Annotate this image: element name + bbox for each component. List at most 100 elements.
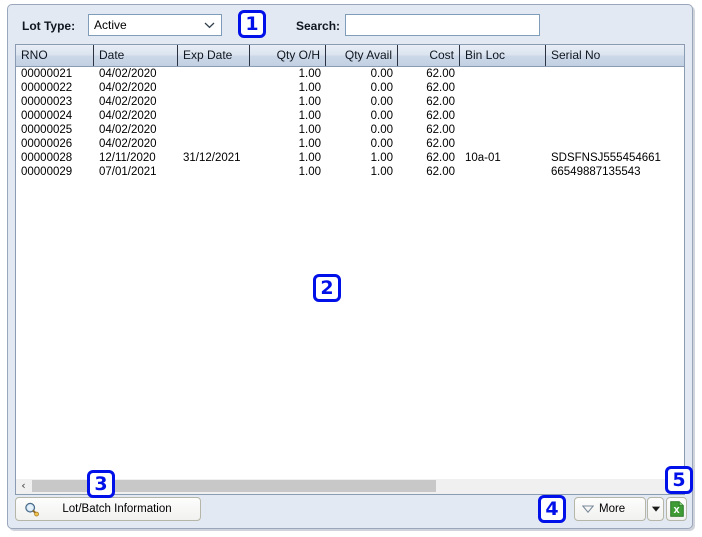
lot-type-dropdown[interactable]: Active: [88, 14, 222, 36]
table-row[interactable]: 00000025 04/02/2020 1.00 0.00 62.00: [16, 123, 684, 137]
table-cell: [460, 137, 546, 151]
table-cell: [546, 67, 684, 81]
lot-batch-information-button[interactable]: Lot/Batch Information: [15, 497, 201, 521]
more-button[interactable]: More: [574, 497, 646, 521]
table-cell: 1.00: [298, 124, 321, 136]
table-cell: 1.00: [298, 68, 321, 80]
search-label: Search:: [296, 19, 341, 33]
table-cell: 04/02/2020: [99, 96, 157, 108]
triangle-down-icon: [582, 505, 594, 513]
more-button-label: More: [599, 503, 626, 515]
table-cell: 0.00: [370, 124, 393, 136]
table-cell: [460, 95, 546, 109]
table-row[interactable]: 00000022 04/02/2020 1.00 0.00 62.00: [16, 81, 684, 95]
more-dropdown-button[interactable]: [647, 497, 664, 521]
grid-body[interactable]: 00000021 04/02/2020 1.00 0.00 62.00 00000022 0…: [16, 67, 684, 491]
table-row[interactable]: 00000029 07/01/2021 1.00 1.00 62.00 665498871…: [16, 165, 684, 179]
table-cell: [546, 109, 684, 123]
table-cell: [178, 67, 250, 81]
svg-text:X: X: [673, 506, 680, 515]
caret-down-icon: [651, 506, 660, 512]
table-cell: 1.00: [298, 138, 321, 150]
table-cell: 62.00: [426, 110, 455, 122]
main-panel: Lot Type: Active Search: RNO Date Exp Date…: [7, 4, 693, 529]
table-cell: [178, 109, 250, 123]
grid-column-header[interactable]: Date: [94, 45, 178, 66]
table-cell: 1.00: [298, 82, 321, 94]
table-cell: 31/12/2021: [183, 152, 241, 164]
filter-toolbar: Lot Type: Active Search:: [8, 5, 692, 44]
table-row[interactable]: 00000026 04/02/2020 1.00 0.00 62.00: [16, 137, 684, 151]
callout-marker-3: 3: [87, 470, 115, 498]
lot-type-label: Lot Type:: [22, 19, 76, 33]
lot-batch-window: Lot Type: Active Search: RNO Date Exp Date…: [0, 0, 702, 537]
table-cell: 00000023: [21, 96, 73, 108]
table-row[interactable]: 00000024 04/02/2020 1.00 0.00 62.00: [16, 109, 684, 123]
table-cell: [460, 67, 546, 81]
table-cell: [546, 137, 684, 151]
callout-marker-5: 5: [665, 466, 693, 494]
table-row[interactable]: 00000028 12/11/2020 31/12/2021 1.00 1.00 62.0…: [16, 151, 684, 165]
table-cell: 62.00: [426, 138, 455, 150]
table-cell: 10a-01: [465, 152, 501, 164]
grid-header-row: RNO Date Exp Date Qty O/H Qty Avail Cost Bin L…: [16, 45, 684, 67]
grid-column-header[interactable]: Serial No: [546, 45, 684, 66]
chevron-down-icon: [204, 22, 215, 29]
lot-batch-information-label: Lot/Batch Information: [62, 503, 172, 515]
table-cell: 00000025: [21, 124, 73, 136]
table-cell: [178, 81, 250, 95]
table-cell: 62.00: [426, 166, 455, 178]
table-cell: [546, 81, 684, 95]
table-cell: 00000021: [21, 68, 73, 80]
table-cell: 1.00: [298, 96, 321, 108]
scroll-left-arrow-icon[interactable]: ‹: [16, 479, 31, 493]
callout-marker-2: 2: [313, 274, 341, 302]
table-cell: 66549887135543: [551, 166, 641, 178]
table-cell: 04/02/2020: [99, 68, 157, 80]
table-cell: [178, 95, 250, 109]
grid-column-header[interactable]: Bin Loc: [460, 45, 546, 66]
table-cell: [460, 165, 546, 179]
table-cell: 04/02/2020: [99, 138, 157, 150]
table-cell: 04/02/2020: [99, 82, 157, 94]
table-cell: 00000026: [21, 138, 73, 150]
table-cell: [178, 123, 250, 137]
table-row[interactable]: 00000021 04/02/2020 1.00 0.00 62.00: [16, 67, 684, 81]
table-cell: 0.00: [370, 96, 393, 108]
table-cell: 0.00: [370, 68, 393, 80]
grid-column-header[interactable]: Exp Date: [178, 45, 250, 66]
table-cell: 00000022: [21, 82, 73, 94]
table-cell: [460, 109, 546, 123]
grid-column-header[interactable]: Qty Avail: [326, 45, 398, 66]
table-cell: 62.00: [426, 68, 455, 80]
table-cell: 62.00: [426, 96, 455, 108]
table-cell: 07/01/2021: [99, 166, 157, 178]
table-cell: [178, 165, 250, 179]
table-cell: 0.00: [370, 82, 393, 94]
search-input[interactable]: [345, 14, 540, 36]
table-cell: 12/11/2020: [99, 152, 156, 164]
table-cell: 00000028: [21, 152, 73, 164]
table-cell: 1.00: [298, 152, 321, 164]
table-cell: 1.00: [370, 152, 393, 164]
table-cell: 00000029: [21, 166, 73, 178]
excel-export-icon: X: [669, 501, 684, 517]
table-cell: 04/02/2020: [99, 110, 157, 122]
lot-grid: RNO Date Exp Date Qty O/H Qty Avail Cost Bin L…: [15, 44, 685, 492]
table-cell: [546, 123, 684, 137]
grid-column-header[interactable]: RNO: [16, 45, 94, 66]
table-cell: 62.00: [426, 124, 455, 136]
table-cell: SDSFNSJ555454661: [551, 152, 661, 164]
grid-column-header[interactable]: Qty O/H: [250, 45, 326, 66]
table-row[interactable]: 00000023 04/02/2020 1.00 0.00 62.00: [16, 95, 684, 109]
table-cell: [178, 137, 250, 151]
table-cell: 0.00: [370, 138, 393, 150]
table-cell: [460, 81, 546, 95]
table-cell: 00000024: [21, 110, 73, 122]
table-cell: 0.00: [370, 110, 393, 122]
table-cell: [460, 123, 546, 137]
table-cell: [546, 95, 684, 109]
grid-column-header[interactable]: Cost: [398, 45, 460, 66]
export-to-excel-button[interactable]: X: [666, 497, 687, 521]
callout-marker-1: 1: [238, 10, 266, 38]
